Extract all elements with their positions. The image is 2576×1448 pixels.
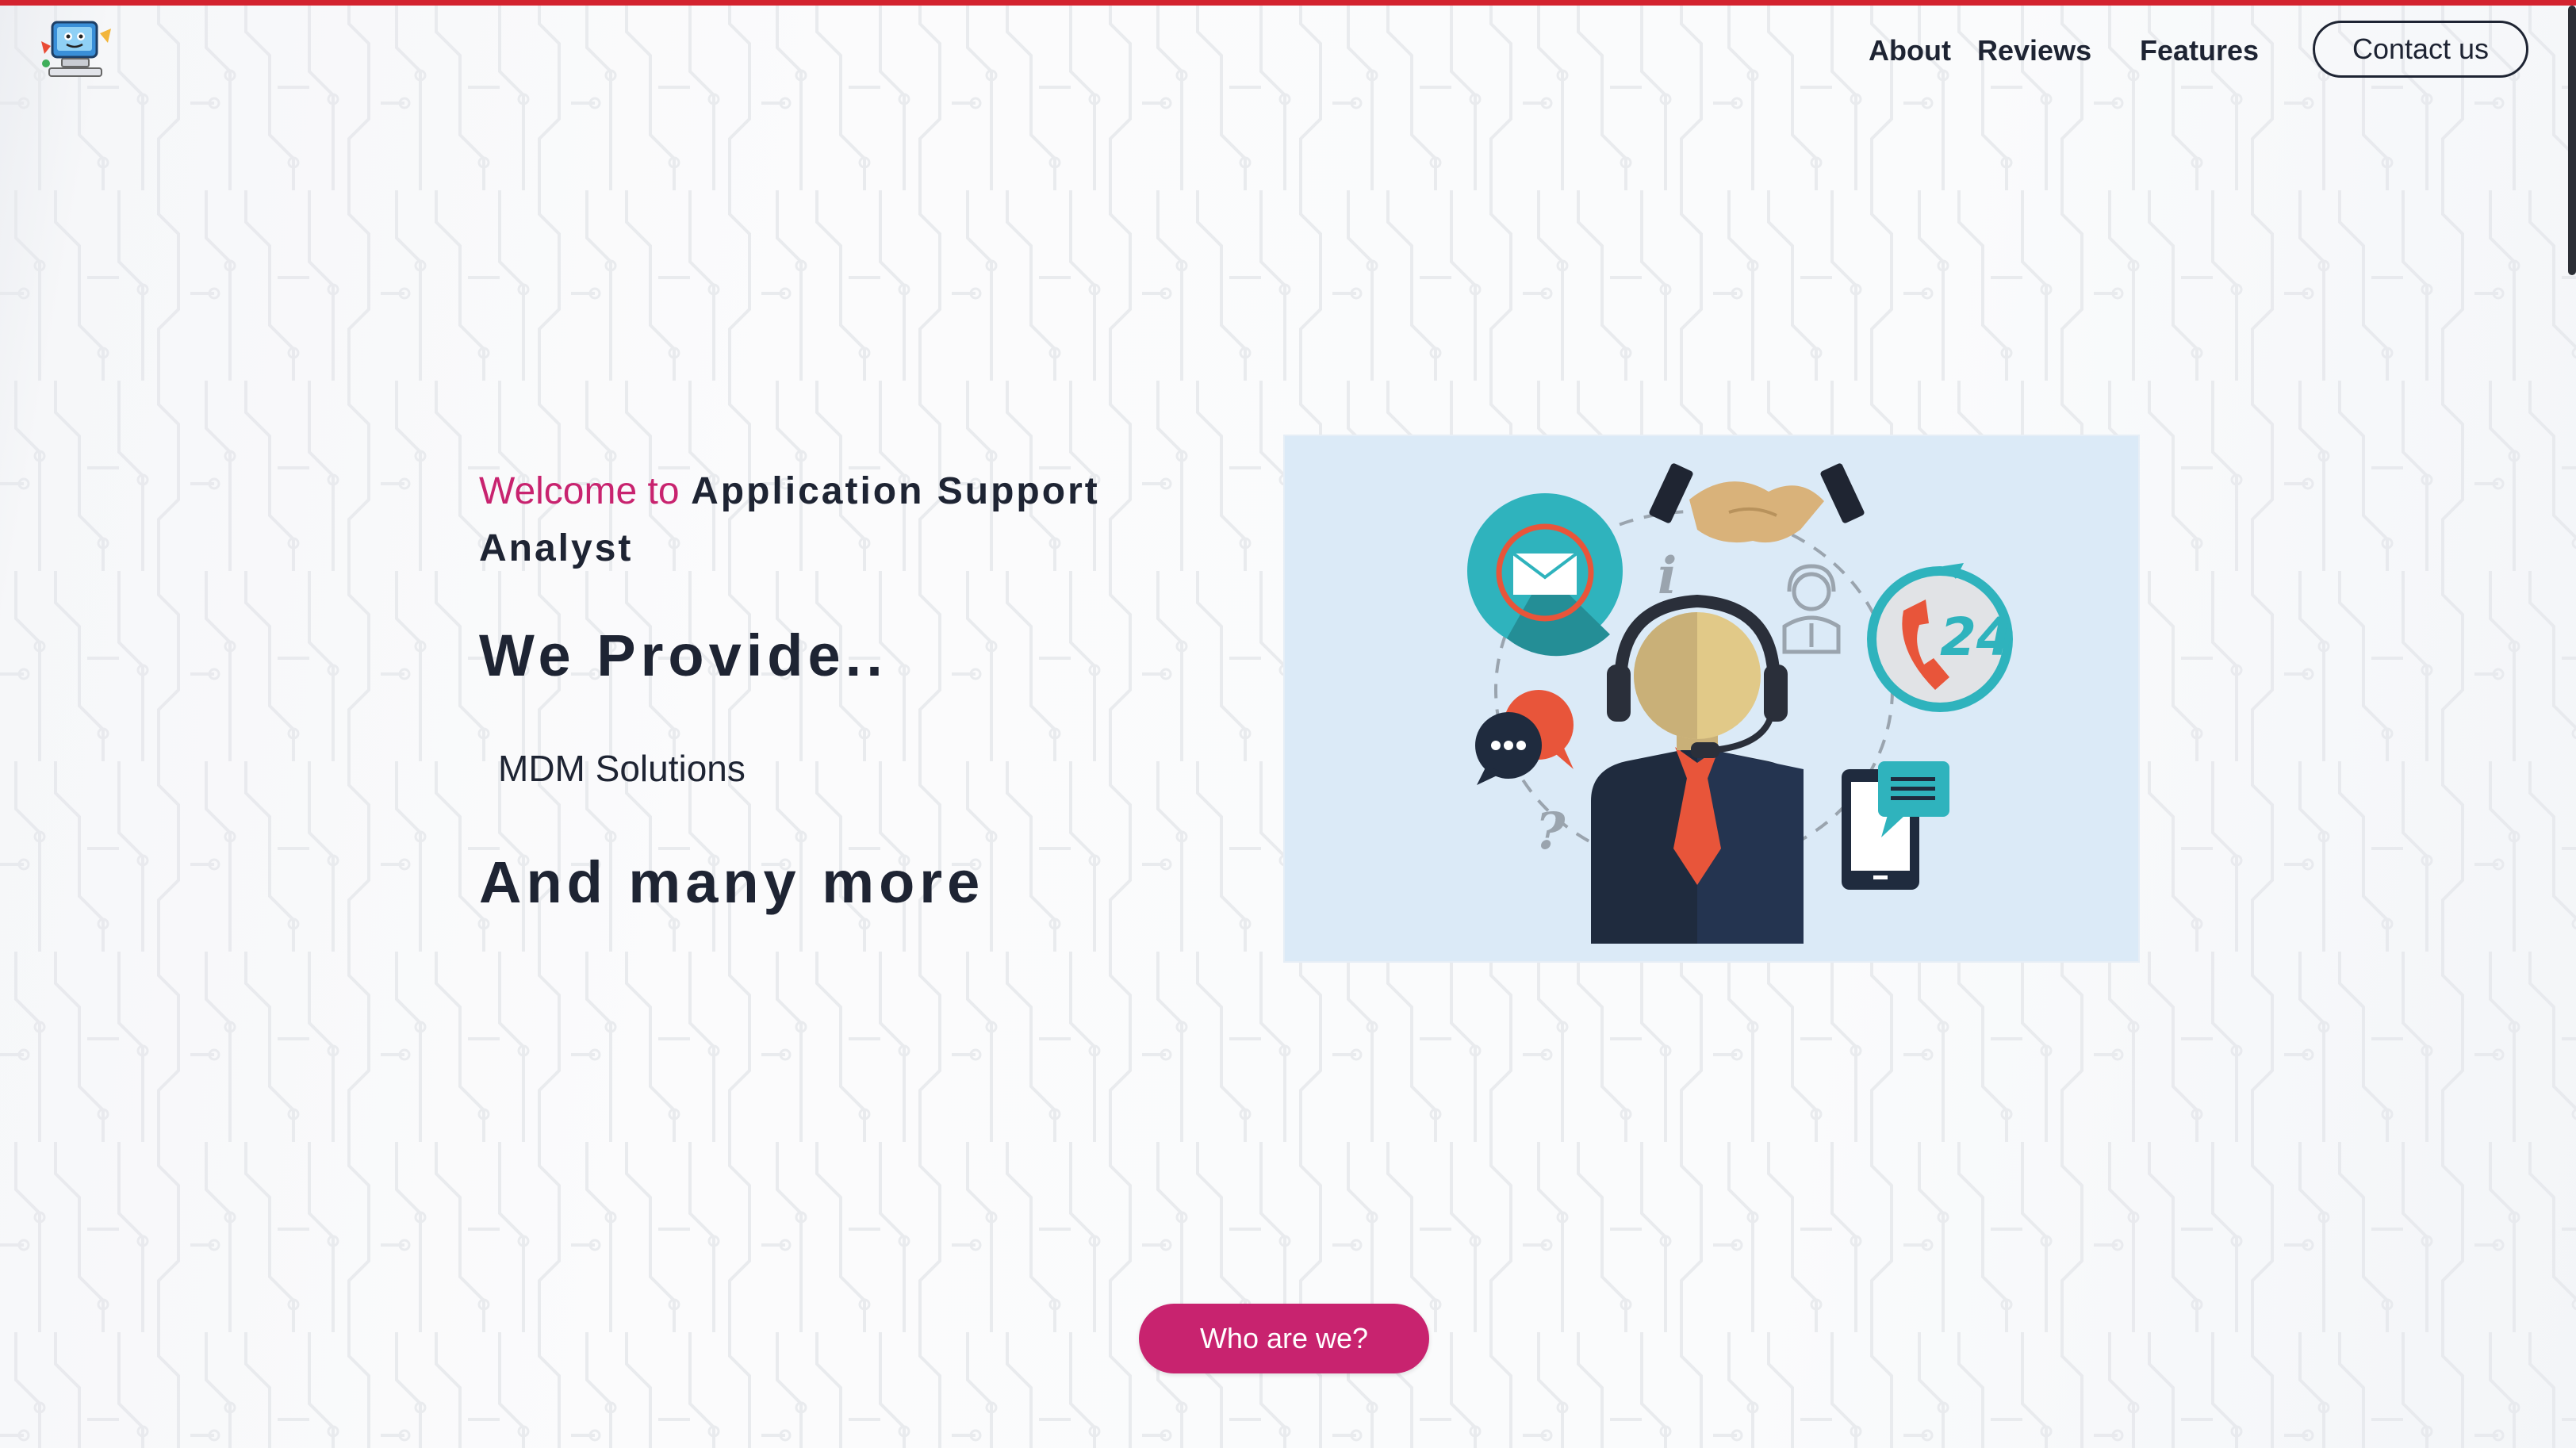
tablet-message-icon <box>1842 761 1949 890</box>
welcome-heading: Welcome to Application Support Analyst <box>479 463 1193 577</box>
badge-24-text: 24 <box>1940 607 2013 668</box>
agent-outline-icon <box>1782 564 1841 654</box>
email-icon <box>1467 493 1623 657</box>
support-agent-illustration: i 24 ? <box>1283 435 2140 963</box>
many-more-heading: And many more <box>479 849 985 915</box>
contact-us-button[interactable]: Contact us <box>2313 21 2528 78</box>
question-icon: ? <box>1535 802 1566 861</box>
service-rotating-text: MDM Solutions <box>498 748 746 789</box>
hero-text-block: Welcome to Application Support Analyst W… <box>479 463 1193 915</box>
nav-link-reviews[interactable]: Reviews <box>1977 32 2091 70</box>
we-provide-heading: We Provide.. <box>479 622 887 688</box>
top-accent-bar <box>0 0 2576 6</box>
info-icon: i <box>1658 546 1677 606</box>
24-hour-support-icon: 24 <box>1867 563 2013 712</box>
support-agent-figure <box>1591 594 1804 944</box>
handshake-icon <box>1649 463 1865 543</box>
nav-link-about[interactable]: About <box>1869 32 1951 70</box>
who-are-we-button[interactable]: Who are we? <box>1139 1304 1429 1373</box>
scrollbar-thumb[interactable] <box>2568 6 2576 275</box>
nav-link-features[interactable]: Features <box>2140 32 2259 70</box>
welcome-prefix: Welcome to <box>479 470 680 512</box>
top-navigation: About Reviews Features Contact us <box>0 0 2576 103</box>
chat-bubbles-icon <box>1475 690 1574 785</box>
